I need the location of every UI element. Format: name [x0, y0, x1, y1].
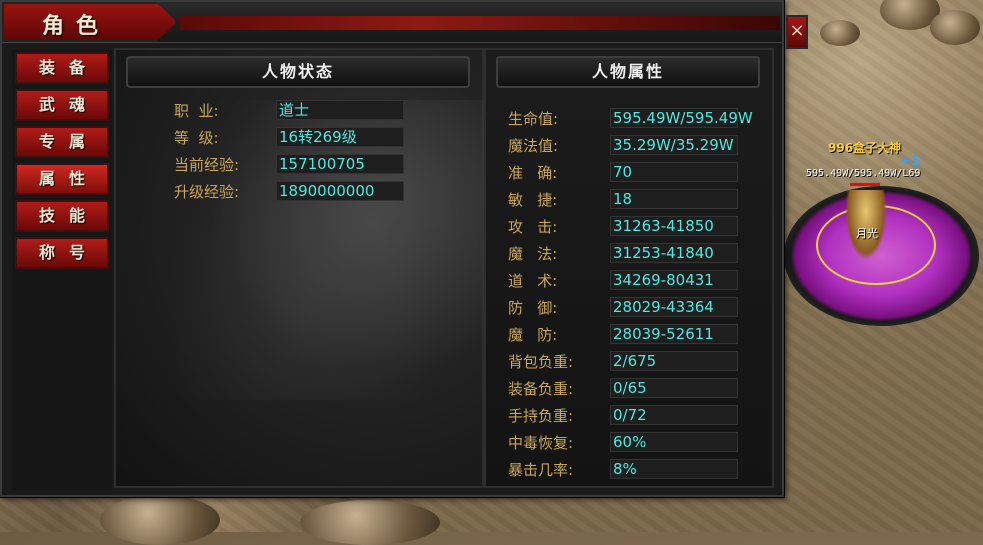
title-decoration-strip	[180, 16, 780, 30]
attribute-label: 生命值:	[508, 110, 559, 128]
attribute-value: 28029-43364	[610, 297, 738, 317]
attribute-value: 31253-41840	[610, 243, 738, 263]
tab-attributes[interactable]: 属性	[15, 163, 109, 195]
window-titlebar[interactable]: 角色	[2, 2, 782, 43]
attributes-header: 人物属性	[496, 56, 760, 88]
attributes-panel: 人物属性 生命值: 595.49W/595.49W 魔法值: 35.29W/35.29…	[484, 48, 774, 488]
attribute-label: 中毒恢复:	[508, 434, 574, 452]
player-name: 996盒子大神	[828, 141, 902, 155]
status-label: 职 业:	[174, 102, 219, 120]
character-window: 角色 装备 武魂 专属 属性 技能 称号 人物状态 职 业: 道士 等 级: 1…	[0, 0, 784, 497]
map-rock	[930, 10, 980, 45]
status-label: 等 级:	[174, 129, 219, 147]
status-value: 道士	[276, 100, 404, 120]
player-hp-text: 595.49W/595.49W/L69	[806, 168, 921, 179]
attribute-label: 背包负重:	[508, 353, 574, 371]
attribute-value: 0/72	[610, 405, 738, 425]
attribute-label: 暴击几率:	[508, 461, 574, 479]
tab-equipment[interactable]: 装备	[15, 52, 109, 84]
status-panel: 人物状态 职 业: 道士 等 级: 16转269级 当前经验: 15710070…	[114, 48, 486, 488]
attribute-value: 28039-52611	[610, 324, 738, 344]
window-title: 角色	[42, 13, 111, 39]
player-hp-bar	[850, 183, 880, 186]
attribute-label: 防 御:	[508, 299, 558, 317]
attribute-value: 70	[610, 162, 738, 182]
attribute-label: 攻 击:	[508, 218, 558, 236]
map-rock	[300, 500, 440, 545]
attribute-value: 34269-80431	[610, 270, 738, 290]
attribute-label: 魔 法:	[508, 245, 558, 263]
attribute-label: 道 术:	[508, 272, 558, 290]
attribute-label: 敏 捷:	[508, 191, 558, 209]
status-value: 16转269级	[276, 127, 404, 147]
attribute-label: 魔 防:	[508, 326, 558, 344]
status-label: 升级经验:	[174, 183, 240, 201]
attribute-value: 8%	[610, 459, 738, 479]
close-button[interactable]: ×	[786, 15, 808, 49]
tab-exclusive[interactable]: 专属	[15, 126, 109, 158]
map-rock	[820, 20, 860, 46]
attribute-label: 装备负重:	[508, 380, 574, 398]
attribute-value: 18	[610, 189, 738, 209]
attribute-value: 31263-41850	[610, 216, 738, 236]
attribute-value: 0/65	[610, 378, 738, 398]
player-label: 月光	[856, 227, 878, 240]
attribute-value: 2/675	[610, 351, 738, 371]
player-tag: +1	[900, 154, 920, 169]
attribute-value: 595.49W/595.49W	[610, 108, 753, 128]
status-label: 当前经验:	[174, 156, 240, 174]
tab-skills[interactable]: 技能	[15, 200, 109, 232]
tab-soul[interactable]: 武魂	[15, 89, 109, 121]
map-rock	[100, 495, 220, 545]
attribute-label: 手持负重:	[508, 407, 574, 425]
attribute-value: 60%	[610, 432, 738, 452]
attribute-label: 魔法值:	[508, 137, 559, 155]
status-header: 人物状态	[126, 56, 470, 88]
side-tabs: 装备 武魂 专属 属性 技能 称号	[12, 50, 112, 490]
status-value: 157100705	[276, 154, 404, 174]
attribute-value: 35.29W/35.29W	[610, 135, 738, 155]
status-value: 1890000000	[276, 181, 404, 201]
attribute-label: 准 确:	[508, 164, 558, 182]
tab-titles[interactable]: 称号	[15, 237, 109, 269]
